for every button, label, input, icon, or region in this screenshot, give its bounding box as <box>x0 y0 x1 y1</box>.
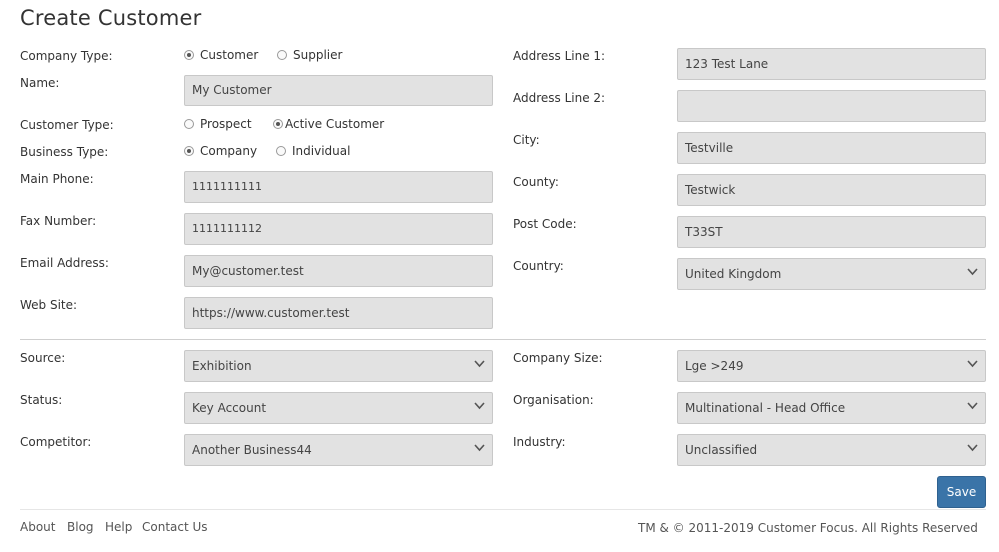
customer-type-label: Customer Type: <box>20 118 114 132</box>
organisation-label: Organisation: <box>513 393 594 407</box>
company-size-value: Lge >249 <box>685 359 744 373</box>
footer-link-help[interactable]: Help <box>105 520 132 534</box>
company-type-customer-radio[interactable]: Customer <box>184 48 258 62</box>
industry-select[interactable]: Unclassified <box>677 434 986 466</box>
business-type-individual-radio[interactable]: Individual <box>276 144 350 158</box>
name-field[interactable]: My Customer <box>184 75 493 106</box>
save-button[interactable]: Save <box>937 476 986 508</box>
company-type-label: Company Type: <box>20 49 113 63</box>
post-code-field[interactable]: T33ST <box>677 216 986 248</box>
status-select[interactable]: Key Account <box>184 392 493 424</box>
name-label: Name: <box>20 76 60 90</box>
radio-unselected-icon <box>276 146 286 156</box>
chevron-down-icon <box>474 402 485 410</box>
industry-label: Industry: <box>513 435 566 449</box>
fax-number-label: Fax Number: <box>20 214 97 228</box>
city-label: City: <box>513 133 540 147</box>
country-select[interactable]: United Kingdom <box>677 258 986 290</box>
radio-selected-icon <box>184 146 194 156</box>
copyright-text: TM & © 2011-2019 Customer Focus. All Rig… <box>638 521 978 535</box>
company-size-label: Company Size: <box>513 351 603 365</box>
radio-label: Supplier <box>293 48 343 62</box>
radio-label: Active Customer <box>285 117 385 131</box>
email-label: Email Address: <box>20 256 109 270</box>
organisation-select[interactable]: Multinational - Head Office <box>677 392 986 424</box>
radio-unselected-icon <box>277 50 287 60</box>
page-title: Create Customer <box>20 6 202 30</box>
address-line-1-field[interactable]: 123 Test Lane <box>677 48 986 80</box>
chevron-down-icon <box>967 360 978 368</box>
section-divider <box>20 339 986 340</box>
post-code-label: Post Code: <box>513 217 577 231</box>
address-line-2-label: Address Line 2: <box>513 91 606 105</box>
chevron-down-icon <box>967 444 978 452</box>
fax-number-field[interactable]: 1111111112 <box>184 213 493 245</box>
competitor-select[interactable]: Another Business44 <box>184 434 493 466</box>
radio-selected-icon <box>273 119 283 129</box>
radio-unselected-icon <box>184 119 194 129</box>
customer-type-active-radio[interactable]: Active Customer <box>273 117 384 131</box>
competitor-label: Competitor: <box>20 435 92 449</box>
competitor-value: Another Business44 <box>192 443 312 457</box>
source-label: Source: <box>20 351 66 365</box>
company-type-supplier-radio[interactable]: Supplier <box>277 48 342 62</box>
business-type-label: Business Type: <box>20 145 109 159</box>
status-label: Status: <box>20 393 63 407</box>
chevron-down-icon <box>967 268 978 276</box>
radio-label: Company <box>200 144 258 158</box>
web-site-label: Web Site: <box>20 298 78 312</box>
customer-type-prospect-radio[interactable]: Prospect <box>184 117 252 131</box>
footer-link-about[interactable]: About <box>20 520 55 534</box>
footer-link-blog[interactable]: Blog <box>67 520 94 534</box>
address-line-1-label: Address Line 1: <box>513 49 606 63</box>
company-size-select[interactable]: Lge >249 <box>677 350 986 382</box>
radio-label: Prospect <box>200 117 252 131</box>
chevron-down-icon <box>967 402 978 410</box>
web-site-field[interactable]: https://www.customer.test <box>184 297 493 329</box>
main-phone-field[interactable]: 1111111111 <box>184 171 493 203</box>
footer-divider <box>20 509 986 510</box>
source-select[interactable]: Exhibition <box>184 350 493 382</box>
footer-link-contact-us[interactable]: Contact Us <box>142 520 208 534</box>
industry-value: Unclassified <box>685 443 758 457</box>
city-field[interactable]: Testville <box>677 132 986 164</box>
main-phone-label: Main Phone: <box>20 172 94 186</box>
email-field[interactable]: My@customer.test <box>184 255 493 287</box>
country-label: Country: <box>513 259 564 273</box>
country-value: United Kingdom <box>685 267 782 281</box>
county-field[interactable]: Testwick <box>677 174 986 206</box>
chevron-down-icon <box>474 360 485 368</box>
address-line-2-field[interactable] <box>677 90 986 122</box>
source-value: Exhibition <box>192 359 252 373</box>
radio-label: Individual <box>292 144 351 158</box>
business-type-company-radio[interactable]: Company <box>184 144 257 158</box>
radio-selected-icon <box>184 50 194 60</box>
organisation-value: Multinational - Head Office <box>685 401 846 415</box>
status-value: Key Account <box>192 401 267 415</box>
county-label: County: <box>513 175 559 189</box>
radio-label: Customer <box>200 48 259 62</box>
chevron-down-icon <box>474 444 485 452</box>
